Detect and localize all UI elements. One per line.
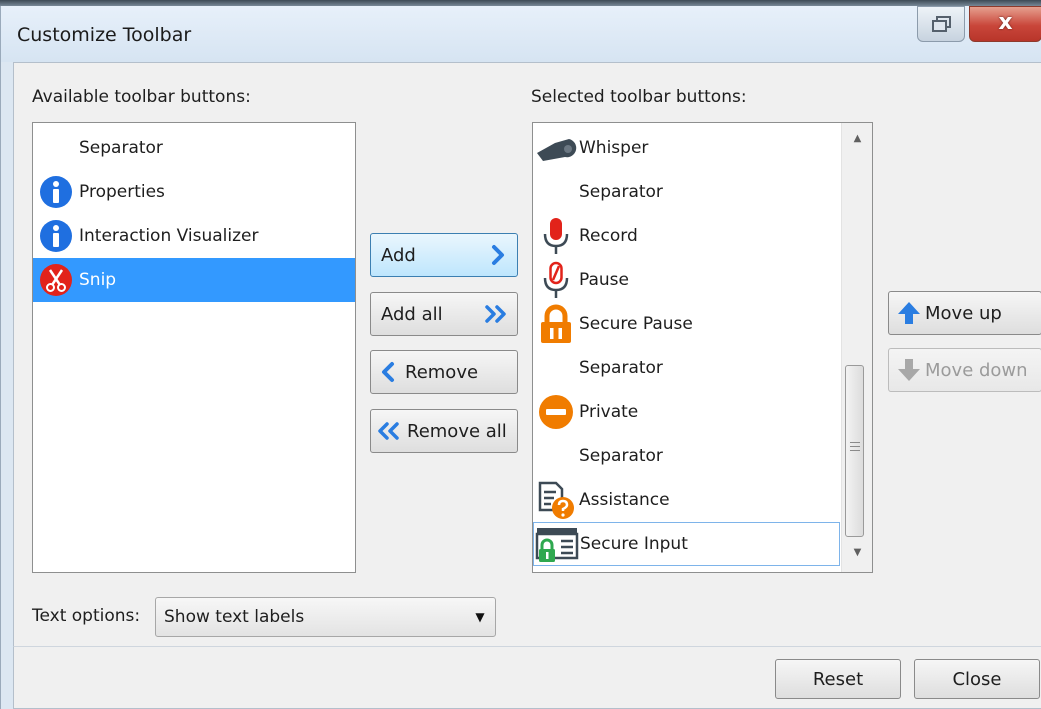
available-buttons-label: Available toolbar buttons: bbox=[32, 87, 251, 107]
list-item-label: Snip bbox=[79, 270, 117, 290]
window-close-button[interactable]: x bbox=[969, 6, 1041, 42]
move-up-button[interactable]: Move up bbox=[888, 291, 1041, 335]
list-item-label: Record bbox=[579, 226, 638, 246]
list-item[interactable]: Whisper bbox=[533, 126, 840, 170]
list-item[interactable]: Secure Pause bbox=[533, 302, 840, 346]
list-item-label: Separator bbox=[579, 358, 663, 378]
list-item-label: Whisper bbox=[579, 138, 649, 158]
move-down-button-label: Move down bbox=[925, 359, 1028, 381]
add-button[interactable]: Add bbox=[370, 233, 518, 277]
list-item[interactable]: Pause bbox=[533, 258, 840, 302]
list-item-label: Secure Pause bbox=[579, 314, 693, 334]
list-item-label: Pause bbox=[579, 270, 629, 290]
chevron-left-icon bbox=[382, 362, 394, 382]
list-item-focused[interactable]: Secure Input bbox=[533, 522, 840, 566]
title-bar: Customize Toolbar x bbox=[1, 6, 1041, 62]
info-icon bbox=[40, 176, 72, 208]
microphone-paused-icon bbox=[543, 261, 569, 298]
list-item[interactable]: Interaction Visualizer bbox=[33, 214, 355, 258]
chevron-right-icon bbox=[492, 245, 504, 265]
list-item-label: Secure Input bbox=[580, 534, 688, 554]
list-item-label: Private bbox=[579, 402, 639, 422]
text-options-value: Show text labels bbox=[164, 607, 305, 627]
list-item-label: Separator bbox=[79, 138, 163, 158]
list-item[interactable]: Properties bbox=[33, 170, 355, 214]
list-item[interactable]: Separator bbox=[533, 346, 840, 390]
reset-button-label: Reset bbox=[812, 668, 864, 690]
remove-button-label: Remove bbox=[405, 361, 479, 383]
list-item-selected[interactable]: Snip bbox=[33, 258, 355, 302]
dropdown-arrow-icon: ▼ bbox=[475, 610, 485, 624]
dialog-footer: Reset Close bbox=[13, 646, 1041, 709]
vertical-scrollbar[interactable]: ▲ ▼ bbox=[841, 123, 872, 572]
restore-window-icon bbox=[932, 16, 951, 32]
list-item-label: Separator bbox=[579, 182, 663, 202]
arrow-up-icon bbox=[898, 302, 920, 324]
add-all-button[interactable]: Add all bbox=[370, 292, 518, 336]
list-item[interactable]: Assistance bbox=[533, 478, 840, 522]
restore-button[interactable] bbox=[917, 6, 965, 42]
list-item-label: Interaction Visualizer bbox=[79, 226, 259, 246]
scroll-down-arrow[interactable]: ▼ bbox=[842, 541, 872, 563]
info-icon bbox=[40, 220, 72, 252]
text-options-label: Text options: bbox=[32, 606, 141, 626]
customize-toolbar-dialog: Customize Toolbar x Available toolbar bu… bbox=[0, 6, 1041, 709]
list-item[interactable]: Separator bbox=[533, 170, 840, 214]
dialog-body: Available toolbar buttons: Selected tool… bbox=[13, 62, 1041, 649]
padlock-icon bbox=[541, 304, 571, 343]
reset-button[interactable]: Reset bbox=[775, 659, 901, 699]
arrow-down-icon bbox=[898, 359, 920, 381]
scroll-grip-icon bbox=[850, 442, 860, 451]
list-item-label: Assistance bbox=[579, 490, 670, 510]
close-icon: x bbox=[998, 10, 1013, 35]
microphone-icon bbox=[543, 218, 569, 254]
whistle-icon bbox=[537, 139, 577, 161]
remove-button[interactable]: Remove bbox=[370, 350, 518, 394]
list-item[interactable]: Separator bbox=[533, 434, 840, 478]
close-button-label: Close bbox=[952, 668, 1002, 690]
secure-input-icon bbox=[535, 528, 579, 562]
minus-circle-icon bbox=[539, 395, 573, 429]
document-question-icon bbox=[538, 481, 574, 519]
double-chevron-right-icon bbox=[485, 305, 506, 323]
remove-all-button-label: Remove all bbox=[407, 420, 507, 442]
list-item-label: Separator bbox=[579, 446, 663, 466]
scissors-icon bbox=[40, 264, 72, 296]
available-buttons-list[interactable]: Separator Properties Interaction Visuali… bbox=[32, 122, 356, 573]
dialog-title: Customize Toolbar bbox=[17, 24, 192, 46]
scroll-up-arrow[interactable]: ▲ bbox=[842, 127, 872, 149]
add-all-button-label: Add all bbox=[381, 303, 443, 325]
list-item[interactable]: Separator bbox=[33, 126, 355, 170]
scroll-thumb[interactable] bbox=[845, 365, 864, 537]
close-button[interactable]: Close bbox=[914, 659, 1040, 699]
add-button-label: Add bbox=[381, 244, 416, 266]
move-down-button[interactable]: Move down bbox=[888, 348, 1041, 392]
double-chevron-left-icon bbox=[378, 422, 399, 440]
selected-buttons-list[interactable]: Whisper Separator Record Pause Secure Pa… bbox=[532, 122, 873, 573]
remove-all-button[interactable]: Remove all bbox=[370, 409, 518, 453]
list-item-label: Properties bbox=[79, 182, 165, 202]
selected-buttons-label: Selected toolbar buttons: bbox=[531, 87, 747, 107]
text-options-dropdown[interactable]: Show text labels ▼ bbox=[155, 597, 496, 637]
move-up-button-label: Move up bbox=[925, 302, 1002, 324]
list-item[interactable]: Private bbox=[533, 390, 840, 434]
list-item[interactable]: Record bbox=[533, 214, 840, 258]
